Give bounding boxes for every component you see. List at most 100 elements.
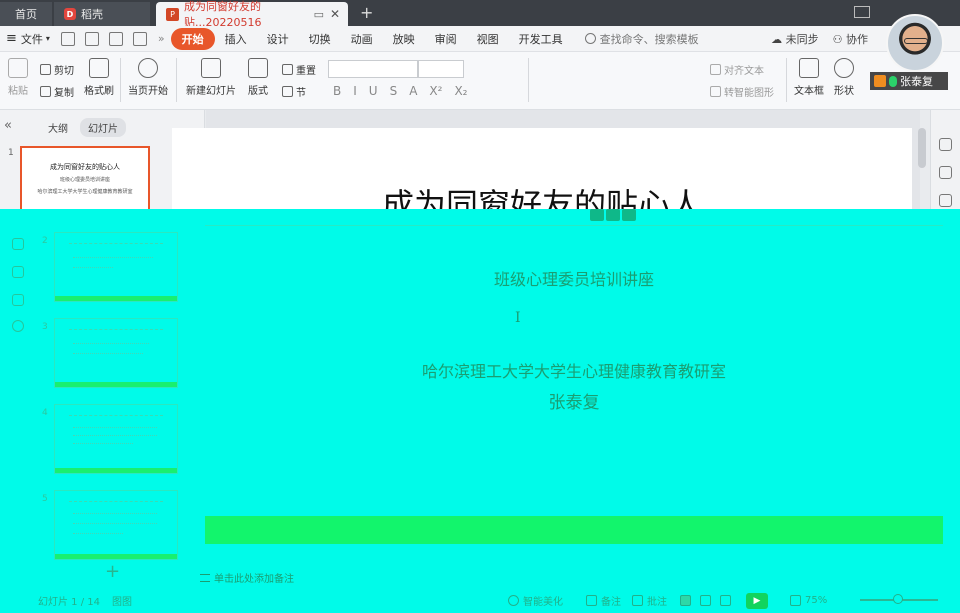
slide-thumbnail[interactable] (54, 318, 178, 388)
location-icon[interactable] (12, 320, 24, 332)
smart-graphic-button[interactable]: 转智能图形 (710, 84, 774, 99)
menu-slideshow[interactable]: 放映 (383, 31, 425, 47)
italic-icon[interactable]: I (353, 84, 357, 98)
settings-icon[interactable] (939, 138, 952, 151)
tab-slides[interactable]: 幻灯片 (80, 118, 126, 137)
print-preview-icon[interactable] (132, 31, 147, 46)
thumbnail-title: 成为同窗好友的贴心人 (50, 163, 120, 171)
brush-icon (89, 58, 109, 78)
file-menu[interactable]: ≡ 文件 ▾ (0, 31, 56, 47)
tab-docer-label: 稻壳 (81, 8, 103, 21)
comments-toggle[interactable]: 批注 (632, 593, 667, 608)
text-box-button[interactable]: 文本框 (794, 58, 824, 97)
sync-status[interactable]: ☁ 未同步 (771, 31, 819, 47)
superscript-icon[interactable]: X² (429, 84, 442, 98)
paste-button[interactable]: 粘贴 (8, 58, 28, 97)
new-tab-icon[interactable]: + (360, 3, 373, 22)
export-pdf-icon[interactable] (84, 31, 99, 46)
slide-number: 4 (42, 408, 48, 418)
section-button[interactable]: 节 (282, 84, 306, 99)
command-search[interactable]: 查找命令、搜索模板 (584, 31, 699, 47)
menu-view[interactable]: 视图 (467, 31, 509, 47)
font-name-select[interactable] (328, 60, 418, 78)
print-icon[interactable] (108, 31, 123, 46)
slide-number: 1 (8, 148, 14, 158)
file-menu-label: 文件 (20, 32, 43, 46)
strikethrough-icon[interactable]: S (390, 84, 398, 98)
align-text-button[interactable]: 对齐文本 (710, 62, 764, 77)
slide-subtitle[interactable]: 班级心理委员培训讲座 (205, 266, 943, 290)
status-bar: 幻灯片 1 / 14 图图 智能美化 备注 批注 ▶ 75% (0, 588, 960, 613)
subscript-icon[interactable]: X₂ (454, 84, 467, 98)
section-label: 节 (296, 88, 306, 99)
format-painter-label: 格式刷 (84, 86, 114, 97)
slideshow-button[interactable]: ▶ (746, 592, 768, 609)
page-icon[interactable] (12, 238, 24, 250)
tab-outline[interactable]: 大纲 (48, 120, 68, 135)
bold-icon[interactable]: B (333, 84, 341, 98)
new-slide-button[interactable]: 新建幻灯片 (186, 58, 236, 97)
menu-insert[interactable]: 插入 (215, 31, 257, 47)
shape-icon (834, 58, 854, 78)
sliders-icon[interactable] (939, 166, 952, 179)
comment-icon[interactable]: ▭ (314, 8, 324, 21)
tab-home[interactable]: 首页 (0, 2, 52, 26)
play-from-current-button[interactable]: 当页开始 (128, 58, 168, 97)
smart-beautify-button[interactable]: 智能美化 (508, 593, 563, 608)
save-icon[interactable] (60, 31, 75, 46)
slide-organization[interactable]: 哈尔滨理工大学大学生心理健康教育教研室 (205, 358, 943, 382)
cut-button[interactable]: 剪切 (40, 62, 74, 77)
layout-button[interactable]: 版式 (248, 58, 268, 97)
slide-thumbnail[interactable] (54, 232, 178, 302)
sorter-view-button[interactable] (700, 595, 715, 606)
thumbnail-org: 哈尔滨理工大学大学生心理健康教育教研室 (37, 189, 133, 195)
collapse-panel-icon[interactable]: « (4, 118, 12, 133)
close-icon[interactable]: ✕ (330, 7, 340, 21)
notes-area[interactable]: 单击此处添加备注 (200, 570, 294, 585)
tab-docer[interactable]: D 稻壳 (54, 2, 150, 26)
slide-author[interactable]: 张泰复 (205, 388, 943, 413)
underline-icon[interactable]: U (369, 84, 378, 98)
copy-button[interactable]: 复制 (40, 84, 74, 99)
notes-toggle[interactable]: 备注 (586, 593, 621, 608)
more-icon[interactable]: » (158, 32, 165, 45)
slide-thumbnail[interactable] (54, 404, 178, 474)
chevron-down-icon: ▾ (45, 34, 50, 43)
menu-animation[interactable]: 动画 (341, 31, 383, 47)
normal-view-button[interactable] (680, 595, 695, 606)
tab-document[interactable]: P 成为同窗好友的贴...20220516 ▭ ✕ (156, 0, 348, 29)
window-layout-icon[interactable] (854, 6, 870, 18)
zoom-level[interactable]: 75% (790, 595, 827, 606)
clock-icon[interactable] (12, 266, 24, 278)
slide-count: 幻灯片 1 / 14 (38, 597, 100, 608)
slide-title[interactable]: 成为同窗好友的贴心人 (172, 185, 912, 209)
ribbon-divider (528, 58, 529, 102)
reset-button[interactable]: 重置 (282, 62, 316, 77)
add-slide-icon[interactable]: + (105, 561, 120, 582)
menu-review[interactable]: 审阅 (425, 31, 467, 47)
slide-thumbnail[interactable] (54, 490, 178, 560)
shadow-icon[interactable]: A (409, 84, 417, 98)
menu-home[interactable]: 开始 (170, 27, 215, 50)
slide-number: 2 (42, 236, 48, 246)
slide-footer-bar (205, 516, 943, 544)
font-size-select[interactable] (418, 60, 464, 78)
font-format-row: B I U S A X² X₂ (333, 84, 467, 98)
pin-icon[interactable] (939, 194, 952, 207)
shape-button[interactable]: 形状 (834, 58, 854, 97)
zoom-slider-handle[interactable] (893, 594, 903, 604)
zoom-value: 75% (805, 595, 828, 606)
vertical-scrollbar[interactable] (918, 128, 926, 168)
format-painter-button[interactable]: 格式刷 (84, 58, 114, 97)
align-text-label: 对齐文本 (724, 66, 764, 77)
collab-button[interactable]: ⚇ 协作 (833, 31, 868, 47)
microphone-icon (889, 75, 897, 87)
tab-home-label: 首页 (15, 8, 37, 21)
menu-transition[interactable]: 切换 (299, 31, 341, 47)
menu-design[interactable]: 设计 (257, 31, 299, 47)
smart-graphic-label: 转智能图形 (724, 88, 774, 99)
beautify-icon (508, 595, 519, 606)
menu-developer[interactable]: 开发工具 (509, 31, 573, 47)
template-icon[interactable] (12, 294, 24, 306)
reading-view-button[interactable] (720, 595, 735, 606)
